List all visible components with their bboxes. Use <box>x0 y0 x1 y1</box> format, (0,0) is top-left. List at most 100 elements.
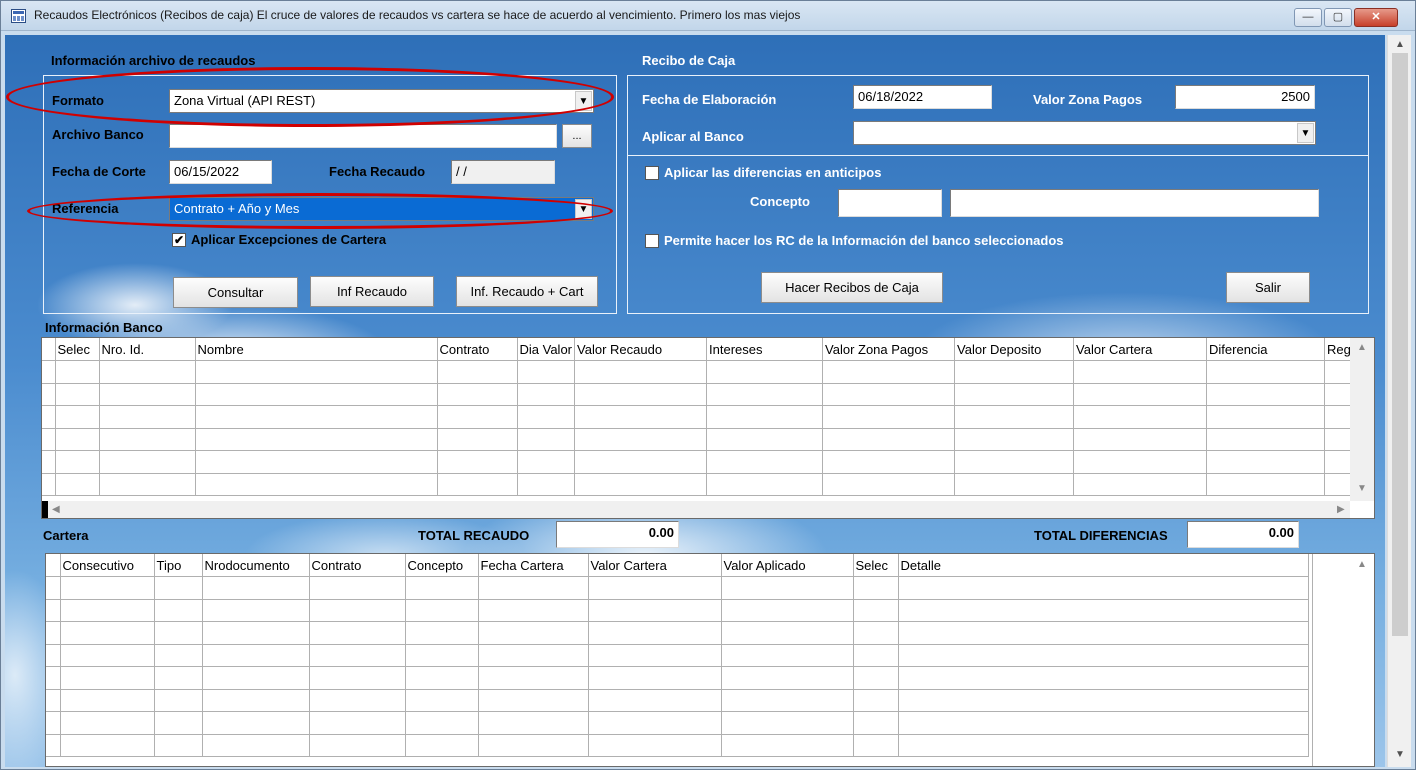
minimize-button[interactable]: — <box>1294 8 1322 27</box>
column-header[interactable]: Intereses <box>706 338 824 361</box>
concepto-desc-input[interactable] <box>950 189 1319 217</box>
scroll-up-icon[interactable]: ▲ <box>1357 559 1367 570</box>
table-row[interactable] <box>42 405 1370 429</box>
chevron-down-icon[interactable]: ▼ <box>1297 123 1314 143</box>
referencia-label: Referencia <box>52 201 119 216</box>
maximize-button[interactable]: ▢ <box>1324 8 1352 27</box>
form-client-area: Información archivo de recaudos Formato … <box>5 35 1385 767</box>
fecha-corte-label: Fecha de Corte <box>52 164 146 179</box>
check-icon[interactable]: ✔ <box>172 232 186 247</box>
row-selector-cell <box>46 554 61 577</box>
column-header[interactable]: Consecutivo <box>60 554 155 577</box>
column-header[interactable]: Nombre <box>195 338 438 361</box>
formato-select[interactable]: Zona Virtual (API REST) ▼ <box>169 89 594 113</box>
column-header[interactable]: Valor Recaudo <box>574 338 708 361</box>
column-header[interactable]: Valor Aplicado <box>721 554 854 577</box>
column-header[interactable]: Valor Deposito <box>954 338 1075 361</box>
permite-rc-label: Permite hacer los RC de la Información d… <box>664 233 1064 248</box>
salir-button[interactable]: Salir <box>1226 272 1310 303</box>
banco-horizontal-scrollbar[interactable]: ◀ ▶ <box>42 501 1350 518</box>
cartera-vertical-scrollbar[interactable]: ▲ <box>1312 554 1374 766</box>
column-header[interactable]: Tipo <box>154 554 203 577</box>
table-row[interactable] <box>42 360 1370 384</box>
chevron-down-icon[interactable]: ▼ <box>575 199 592 219</box>
table-row[interactable] <box>46 599 1309 622</box>
column-header[interactable]: Nro. Id. <box>99 338 196 361</box>
banco-vertical-scrollbar[interactable]: ▲ ▼ <box>1350 338 1374 501</box>
consultar-button[interactable]: Consultar <box>173 277 298 308</box>
scroll-up-icon[interactable]: ▲ <box>1357 342 1367 353</box>
table-row[interactable] <box>46 644 1309 667</box>
recibo-section-title: Recibo de Caja <box>642 53 736 68</box>
chevron-down-icon[interactable]: ▼ <box>575 91 592 111</box>
inf-recaudo-button[interactable]: Inf Recaudo <box>310 276 434 307</box>
recibo-divider <box>627 155 1369 156</box>
table-row[interactable] <box>46 689 1309 712</box>
table-row[interactable] <box>46 711 1309 735</box>
referencia-select[interactable]: Contrato + Año y Mes ▼ <box>169 197 594 221</box>
unchecked-box-icon[interactable] <box>645 165 659 180</box>
column-header[interactable]: Contrato <box>437 338 518 361</box>
scroll-down-icon[interactable]: ▼ <box>1388 747 1412 763</box>
column-header[interactable]: Dia Valor <box>517 338 576 361</box>
total-recaudo-input[interactable]: 0.00 <box>556 521 679 548</box>
total-diferencias-input[interactable]: 0.00 <box>1187 521 1299 548</box>
column-header[interactable]: Contrato <box>309 554 406 577</box>
archivo-banco-label: Archivo Banco <box>52 127 144 142</box>
concepto-code-input[interactable] <box>838 189 942 217</box>
formato-value: Zona Virtual (API REST) <box>174 93 316 108</box>
column-header[interactable]: Valor Cartera <box>1073 338 1208 361</box>
table-row[interactable] <box>42 428 1370 451</box>
window-vertical-scrollbar[interactable]: ▲ ▼ <box>1387 35 1411 767</box>
concepto-label: Concepto <box>750 194 810 209</box>
table-row[interactable] <box>46 734 1309 757</box>
close-button[interactable]: ✕ <box>1354 8 1398 27</box>
cartera-table: Consecutivo Tipo Nrodocumento Contrato C… <box>46 554 1309 757</box>
valor-zona-pagos-input[interactable]: 2500 <box>1175 85 1315 109</box>
unchecked-box-icon[interactable] <box>645 233 659 248</box>
scroll-up-icon[interactable]: ▲ <box>1388 37 1412 53</box>
column-header[interactable]: Fecha Cartera <box>478 554 589 577</box>
hacer-recibos-button[interactable]: Hacer Recibos de Caja <box>761 272 943 303</box>
diferencias-label: Aplicar las diferencias en anticipos <box>664 165 882 180</box>
fecha-recaudo-input[interactable]: / / <box>451 160 555 184</box>
column-header[interactable]: Valor Cartera <box>588 554 722 577</box>
column-header[interactable]: Detalle <box>898 554 1309 577</box>
column-header[interactable]: Selec <box>55 338 100 361</box>
column-header[interactable]: Valor Zona Pagos <box>822 338 956 361</box>
permite-rc-checkbox[interactable]: Permite hacer los RC de la Información d… <box>645 233 1064 248</box>
fecha-elaboracion-input[interactable]: 06/18/2022 <box>853 85 992 109</box>
column-header[interactable]: Diferencia <box>1206 338 1326 361</box>
title-bar[interactable]: Recaudos Electrónicos (Recibos de caja) … <box>1 1 1415 31</box>
scroll-right-icon[interactable]: ▶ <box>1337 504 1345 515</box>
app-table-icon <box>11 9 26 23</box>
cartera-section-title: Cartera <box>43 528 89 543</box>
archivo-banco-input[interactable] <box>169 124 557 148</box>
column-header[interactable]: Nrodocumento <box>202 554 310 577</box>
inf-recaudo-cart-button[interactable]: Inf. Recaudo + Cart <box>456 276 598 307</box>
formato-label: Formato <box>52 93 104 108</box>
aplicar-banco-select[interactable]: ▼ <box>853 121 1316 145</box>
excepciones-checkbox[interactable]: ✔ Aplicar Excepciones de Cartera <box>172 232 386 247</box>
fecha-recaudo-label: Fecha Recaudo <box>329 164 426 179</box>
scroll-down-icon[interactable]: ▼ <box>1357 483 1367 494</box>
fecha-corte-input[interactable]: 06/15/2022 <box>169 160 272 184</box>
banco-table: Selec Nro. Id. Nombre Contrato Dia Valor… <box>42 338 1370 496</box>
table-row[interactable] <box>46 576 1309 600</box>
table-row[interactable] <box>42 473 1370 496</box>
banco-grid[interactable]: Selec Nro. Id. Nombre Contrato Dia Valor… <box>41 337 1375 519</box>
banco-section-title: Información Banco <box>45 320 163 335</box>
scrollbar-thumb[interactable] <box>1392 53 1408 636</box>
table-row[interactable] <box>46 666 1309 690</box>
table-row[interactable] <box>46 621 1309 645</box>
referencia-value: Contrato + Año y Mes <box>174 201 300 216</box>
column-header[interactable]: Concepto <box>405 554 479 577</box>
browse-button[interactable]: ... <box>562 124 592 148</box>
table-row[interactable] <box>42 450 1370 474</box>
scroll-left-icon[interactable]: ◀ <box>52 504 60 515</box>
table-row[interactable] <box>42 383 1370 406</box>
column-header[interactable]: Selec <box>853 554 899 577</box>
archivo-section-title: Información archivo de recaudos <box>51 53 256 68</box>
cartera-grid[interactable]: Consecutivo Tipo Nrodocumento Contrato C… <box>45 553 1375 767</box>
diferencias-checkbox[interactable]: Aplicar las diferencias en anticipos <box>645 165 881 180</box>
